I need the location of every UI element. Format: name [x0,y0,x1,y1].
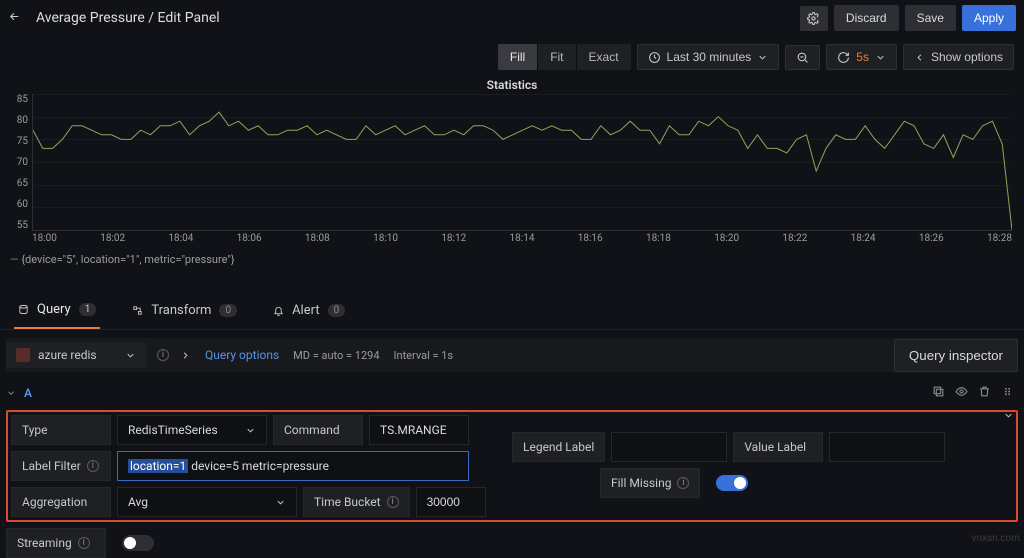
tab-transform-label: Transform [151,303,211,318]
time-bucket-label: Time Bucket i [303,487,410,517]
command-label: Command [273,415,363,445]
datasource-help-button[interactable]: i [146,349,180,361]
panel-settings-button[interactable] [800,6,828,31]
time-range-label: Last 30 minutes [667,50,752,64]
apply-button[interactable]: Apply [962,5,1016,31]
legend-label-input[interactable] [611,432,727,462]
query-options-link[interactable]: Query options [205,348,279,362]
chevron-down-icon [275,497,286,508]
info-icon: i [387,496,399,508]
zoom-out-icon [796,51,809,64]
clock-icon [648,51,661,64]
chart[interactable]: 85 80 75 70 65 60 55 18:00 18:02 18:04 1… [10,94,1014,249]
query-inspector-button[interactable]: Query inspector [894,339,1018,372]
show-options-button[interactable]: Show options [903,44,1014,70]
chevron-down-icon [875,52,886,63]
info-icon: i [78,537,90,549]
query-options-md: MD = auto = 1294 [293,349,379,362]
bell-icon [273,305,284,316]
zoom-out-button[interactable] [785,45,820,70]
info-icon: i [87,460,99,472]
show-options-label: Show options [931,50,1003,64]
remove-query-button[interactable] [978,385,991,401]
label-filter-label: Label Filter i [11,451,111,481]
display-mode-exact[interactable]: Exact [577,44,631,70]
page-title: Average Pressure / Edit Panel [36,10,794,26]
watermark: vnxsn.com [972,533,1020,544]
chart-legend: — {device="5", location="1", metric="pre… [0,249,1024,274]
datasource-badge-icon [16,348,30,362]
discard-button[interactable]: Discard [834,5,899,31]
drag-handle-icon[interactable] [1001,385,1014,401]
toggle-visibility-button[interactable] [955,385,968,401]
refresh-button[interactable]: 5s [826,44,897,70]
type-label: Type [11,415,111,445]
tab-transform[interactable]: Transform 0 [128,295,241,328]
aggregation-label: Aggregation [11,487,111,517]
streaming-label: Streaming i [6,528,106,558]
legend-label: {device="5", location="1", metric="press… [21,253,234,266]
time-bucket-input[interactable] [416,487,486,517]
chevron-down-icon [125,350,136,361]
query-ref-id[interactable]: A [24,386,32,400]
type-select[interactable]: RedisTimeSeries [117,415,267,445]
chevron-down-icon[interactable] [6,388,16,398]
chevron-left-icon [914,52,925,63]
fill-missing-toggle[interactable] [716,475,748,491]
tab-alert-count: 0 [328,304,346,317]
database-icon [18,304,29,315]
tab-alert-label: Alert [292,303,320,318]
transform-icon [132,305,143,316]
plot-area [32,94,1012,231]
back-arrow-icon[interactable] [8,10,24,26]
datasource-picker[interactable]: azure redis [6,342,146,368]
value-label-input[interactable] [829,432,945,462]
legend-swatch: — [10,253,19,266]
tab-query[interactable]: Query 1 [14,294,100,329]
aggregation-select[interactable]: Avg [117,487,297,517]
refresh-interval: 5s [856,50,869,64]
info-icon: i [157,349,169,361]
display-mode-group: Fill Fit Exact [498,44,631,70]
save-button[interactable]: Save [905,5,956,31]
chevron-down-icon [757,52,768,63]
chart-title: Statistics [10,74,1014,94]
fill-missing-label: Fill Missing i [600,468,700,498]
value-label-label: Value Label [733,432,823,462]
chevron-right-icon[interactable] [180,350,191,361]
label-filter-input[interactable]: location=1 device=5 metric=pressure [117,451,469,481]
chevron-down-icon[interactable] [1003,410,1014,421]
x-axis: 18:00 18:02 18:04 18:06 18:08 18:10 18:1… [32,233,1012,249]
tab-transform-count: 0 [219,304,237,317]
legend-label-label: Legend Label [512,432,605,462]
time-range-picker[interactable]: Last 30 minutes [637,44,780,70]
display-mode-fit[interactable]: Fit [538,44,576,70]
query-options-interval: Interval = 1s [394,349,454,362]
y-axis: 85 80 75 70 65 60 55 [10,94,28,231]
gear-icon [807,12,820,25]
duplicate-query-button[interactable] [932,385,945,401]
datasource-name: azure redis [38,348,97,362]
tab-query-label: Query [37,302,71,317]
streaming-toggle[interactable] [122,535,154,551]
command-select[interactable]: TS.MRANGE [369,415,469,445]
tab-alert[interactable]: Alert 0 [269,295,349,328]
chevron-down-icon [245,425,256,436]
tab-query-count: 1 [79,303,97,316]
display-mode-fill[interactable]: Fill [498,44,538,70]
info-icon: i [677,477,689,489]
refresh-icon [837,51,850,64]
